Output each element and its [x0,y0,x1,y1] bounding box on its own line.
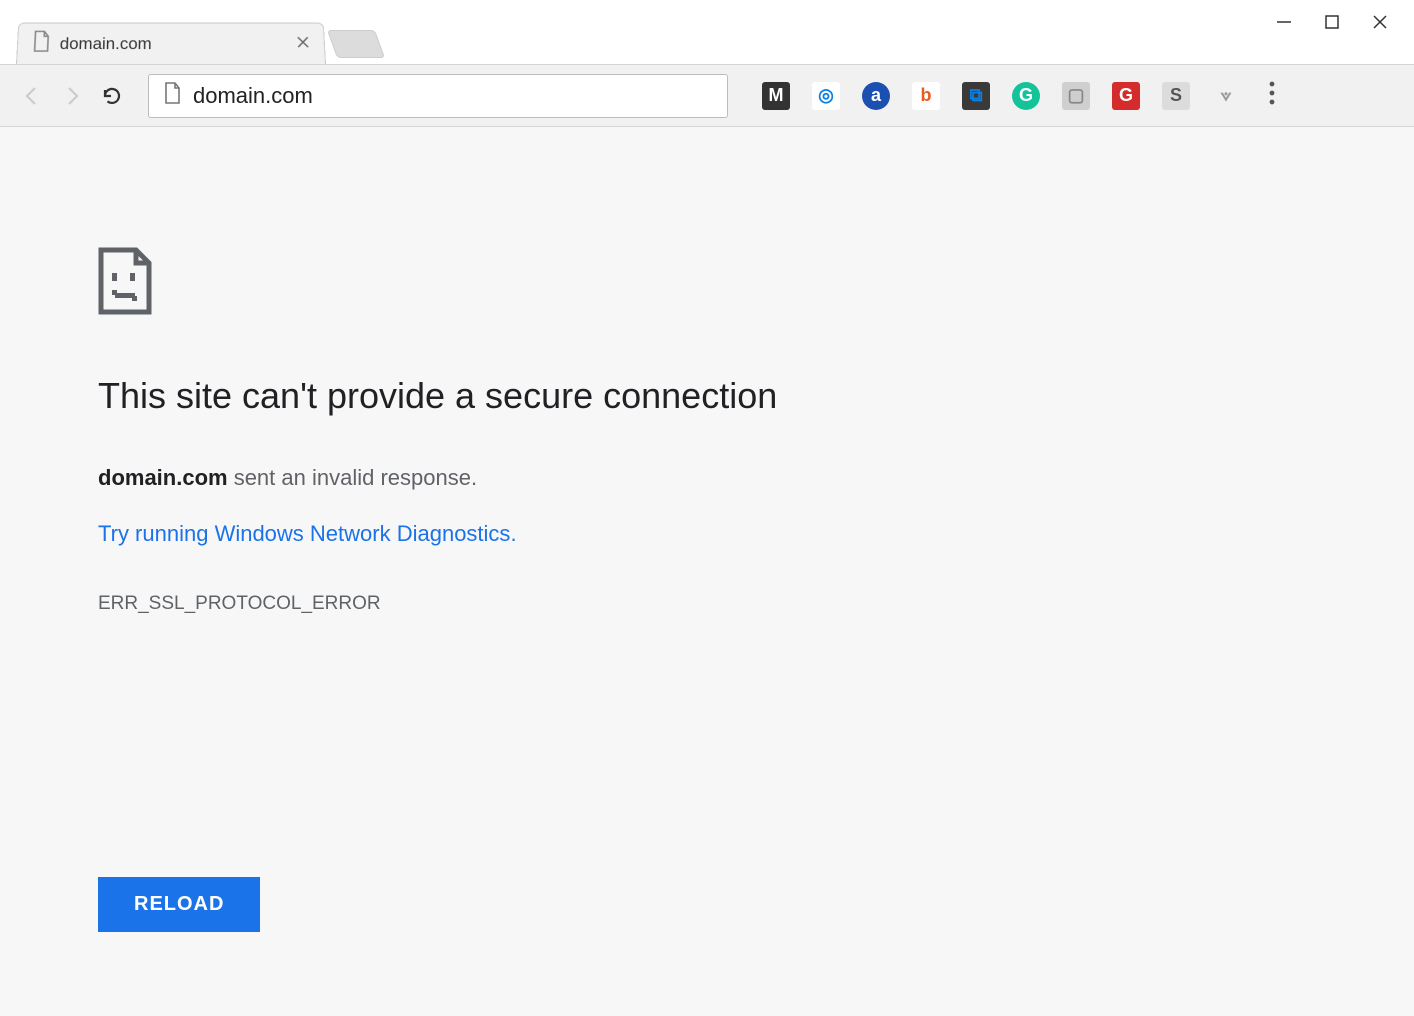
alexa-icon[interactable]: a [862,82,890,110]
error-desc-tail: sent an invalid response. [228,465,478,490]
tab-strip: domain.com [0,0,1414,64]
tab-title: domain.com [59,34,286,54]
reload-button[interactable]: RELOAD [98,877,260,932]
error-suggestion: Try running Windows Network Diagnostics. [98,521,1316,593]
mega-icon[interactable]: M [762,82,790,110]
sad-file-icon [98,247,152,315]
reload-nav-button[interactable] [98,82,126,110]
error-heading: This site can't provide a secure connect… [98,375,1316,417]
suggestion-tail: . [510,521,516,547]
page-info-icon[interactable] [163,82,181,109]
minimize-button[interactable] [1274,12,1294,32]
error-code: ERR_SSL_PROTOCOL_ERROR [98,593,1316,615]
getpocket-icon[interactable]: G [1112,82,1140,110]
dev-icon[interactable]: ⟇ [1212,82,1240,110]
back-button[interactable] [18,82,46,110]
grammarly-icon[interactable]: G [1012,82,1040,110]
toolbar: M◎ab⧉G▢GS⟇ [0,64,1414,127]
chrome-menu-button[interactable] [1268,80,1276,111]
forward-button[interactable] [58,82,86,110]
file-icon [31,30,50,57]
close-window-button[interactable] [1370,12,1390,32]
browser-tab[interactable]: domain.com [16,23,326,64]
similarweb-icon[interactable]: S [1162,82,1190,110]
url-input[interactable] [193,83,713,109]
window-controls [1250,0,1414,44]
screenshot-icon[interactable]: ⧉ [962,82,990,110]
error-page: This site can't provide a secure connect… [0,127,1414,1016]
bitly-icon[interactable]: b [912,82,940,110]
extension-bar: M◎ab⧉G▢GS⟇ [762,82,1240,110]
diagnostics-link[interactable]: Try running Windows Network Diagnostics [98,521,510,547]
new-tab-button[interactable] [327,30,385,58]
honey-icon[interactable]: ◎ [812,82,840,110]
error-description: domain.com sent an invalid response. [98,465,1316,491]
error-domain: domain.com [98,465,228,490]
address-bar[interactable] [148,74,728,118]
tab-close-button[interactable] [296,33,311,54]
maximize-button[interactable] [1322,12,1342,32]
clipboard-icon[interactable]: ▢ [1062,82,1090,110]
